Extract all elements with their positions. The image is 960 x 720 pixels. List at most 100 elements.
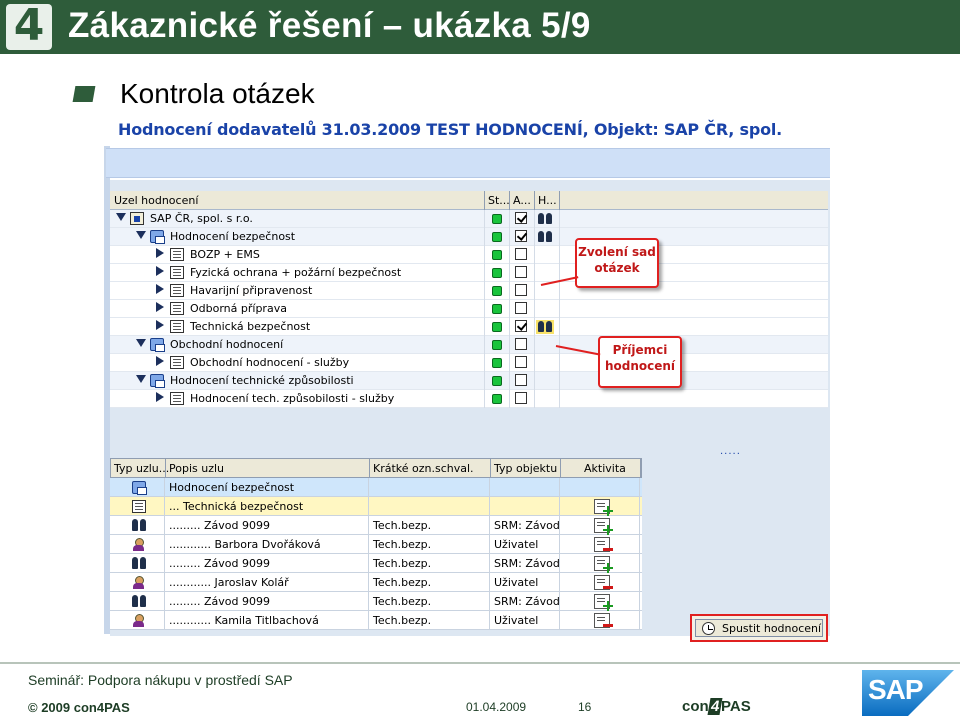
collapse-icon[interactable]: [136, 339, 146, 347]
active-checkbox[interactable]: [515, 212, 527, 224]
evaluators-icon[interactable]: [536, 320, 554, 334]
grid-row[interactable]: ......... Závod 9099 Tech.bezp. SRM: Závod: [110, 592, 642, 611]
active-checkbox[interactable]: [515, 320, 527, 332]
expand-icon[interactable]: [156, 320, 164, 330]
tree-row-label[interactable]: Hodnocení bezpečnost: [170, 230, 295, 243]
question-set-icon: [170, 356, 184, 369]
add-recipient-icon[interactable]: [594, 556, 613, 573]
organization-icon: [130, 212, 144, 225]
tree-col-node[interactable]: Uzel hodnocení: [114, 194, 198, 207]
active-checkbox[interactable]: [515, 338, 527, 350]
question-set-icon: [170, 320, 184, 333]
sap-window-title: Hodnocení dodavatelů 31.03.2009 TEST HOD…: [118, 120, 783, 139]
active-checkbox[interactable]: [515, 284, 527, 296]
footer-divider: [0, 662, 960, 664]
expand-icon[interactable]: [156, 284, 164, 294]
expand-icon[interactable]: [156, 302, 164, 312]
tree-row-label[interactable]: SAP ČR, spol. s r.o.: [150, 212, 253, 225]
tree-row[interactable]: Obchodní hodnocení - služby: [110, 354, 828, 372]
active-checkbox[interactable]: [515, 356, 527, 368]
footer-seminar: Seminář: Podpora nákupu v prostředí SAP: [28, 672, 293, 688]
tree-row-label[interactable]: Havarijní připravenost: [190, 284, 312, 297]
tree-row-label[interactable]: Hodnocení technické způsobilosti: [170, 374, 354, 387]
start-evaluation-button-face[interactable]: Spustit hodnocení: [695, 619, 823, 637]
grid-col-object-type[interactable]: Typ objektu: [494, 462, 557, 475]
remove-recipient-icon[interactable]: [594, 575, 613, 590]
brand-prefix: con: [682, 698, 709, 715]
remove-recipient-icon[interactable]: [594, 537, 613, 552]
expand-icon[interactable]: [156, 392, 164, 402]
tree-col-status[interactable]: St...: [488, 194, 510, 207]
tree-row-label[interactable]: Odborná příprava: [190, 302, 287, 315]
active-checkbox[interactable]: [515, 230, 527, 242]
grid-header: Typ uzlu... Popis uzlu Krátké ozn.schval…: [110, 458, 642, 478]
tree-row[interactable]: Havarijní připravenost: [110, 282, 828, 300]
tree-row[interactable]: Technická bezpečnost: [110, 318, 828, 336]
brand-digit: 4: [707, 698, 723, 715]
sap-logo-text: SAP: [868, 674, 924, 705]
tree-row[interactable]: BOZP + EMS: [110, 246, 828, 264]
grid-row[interactable]: ............ Barbora Dvořáková Tech.bezp.…: [110, 535, 642, 554]
tree-row[interactable]: Fyzická ochrana + požární bezpečnost: [110, 264, 828, 282]
grid-row[interactable]: ............ Kamila Titlbachová Tech.bezp…: [110, 611, 642, 630]
evaluators-icon[interactable]: [536, 212, 554, 226]
recipients-grid: Typ uzlu... Popis uzlu Krátké ozn.schval…: [110, 458, 642, 630]
question-set-icon: [170, 248, 184, 261]
grid-cell-description: ......... Závod 9099: [169, 595, 270, 608]
tree-row-label[interactable]: Fyzická ochrana + požární bezpečnost: [190, 266, 401, 279]
active-checkbox[interactable]: [515, 302, 527, 314]
grid-cell-short-name: Tech.bezp.: [373, 576, 432, 589]
status-green-icon: [492, 250, 502, 260]
grid-col-node-type[interactable]: Typ uzlu...: [114, 462, 169, 475]
grid-col-short-name[interactable]: Krátké ozn.schval.: [373, 462, 474, 475]
active-checkbox[interactable]: [515, 392, 527, 404]
tree-row-label[interactable]: Obchodní hodnocení: [170, 338, 283, 351]
start-evaluation-button[interactable]: Spustit hodnocení: [690, 614, 828, 642]
tree-row[interactable]: SAP ČR, spol. s r.o.: [110, 210, 828, 228]
tree-row[interactable]: Hodnocení bezpečnost: [110, 228, 828, 246]
tree-row-label[interactable]: Hodnocení tech. způsobilosti - služby: [190, 392, 394, 405]
tree-col-active[interactable]: A...: [513, 194, 531, 207]
evaluation-tree: Uzel hodnocení St... A... H... SAP ČR, s…: [110, 191, 828, 408]
grid-cell-object-type: Uživatel: [494, 576, 539, 589]
grid-row[interactable]: ......... Závod 9099 Tech.bezp. SRM: Závod: [110, 554, 642, 573]
grid-row[interactable]: ............ Jaroslav Kolář Tech.bezp. Uži…: [110, 573, 642, 592]
grid-row[interactable]: Hodnocení bezpečnost: [110, 478, 642, 497]
collapse-icon[interactable]: [136, 375, 146, 383]
group-node-icon: [132, 481, 147, 495]
add-recipient-icon[interactable]: [594, 594, 613, 611]
expand-icon[interactable]: [156, 356, 164, 366]
user-icon: [132, 614, 146, 627]
evaluators-icon[interactable]: [536, 230, 554, 244]
grid-col-activity[interactable]: Aktivita: [584, 462, 626, 475]
active-checkbox[interactable]: [515, 248, 527, 260]
expand-icon[interactable]: [156, 248, 164, 258]
expand-icon[interactable]: [156, 266, 164, 276]
clock-icon: [702, 622, 715, 635]
add-recipient-icon[interactable]: [594, 518, 613, 535]
question-set-icon: [170, 266, 184, 279]
grid-row[interactable]: ......... Závod 9099 Tech.bezp. SRM: Závod: [110, 516, 642, 535]
slide-title: Zákaznické řešení – ukázka 5/9: [68, 6, 591, 45]
tree-row-label[interactable]: Obchodní hodnocení - služby: [190, 356, 349, 369]
grid-col-description[interactable]: Popis uzlu: [169, 462, 224, 475]
collapse-icon[interactable]: [136, 231, 146, 239]
callout-question-sets-text: Zvolení sad otázek: [578, 245, 656, 275]
tree-row-label[interactable]: Technická bezpečnost: [190, 320, 310, 333]
tree-row[interactable]: Hodnocení technické způsobilosti: [110, 372, 828, 390]
grid-row[interactable]: ... Technická bezpečnost: [110, 497, 642, 516]
remove-recipient-icon[interactable]: [594, 613, 613, 628]
add-recipient-icon[interactable]: [594, 499, 613, 516]
footer-copyright: © 2009 con4PAS: [28, 700, 130, 715]
tree-col-evaluators[interactable]: H...: [538, 194, 557, 207]
splitter-handle[interactable]: .....: [720, 446, 741, 457]
tree-row[interactable]: Odborná příprava: [110, 300, 828, 318]
active-checkbox[interactable]: [515, 266, 527, 278]
status-green-icon: [492, 358, 502, 368]
tree-row[interactable]: Obchodní hodnocení: [110, 336, 828, 354]
tree-row-label[interactable]: BOZP + EMS: [190, 248, 260, 261]
status-green-icon: [492, 322, 502, 332]
tree-row[interactable]: Hodnocení tech. způsobilosti - služby: [110, 390, 828, 408]
active-checkbox[interactable]: [515, 374, 527, 386]
collapse-icon[interactable]: [116, 213, 126, 221]
